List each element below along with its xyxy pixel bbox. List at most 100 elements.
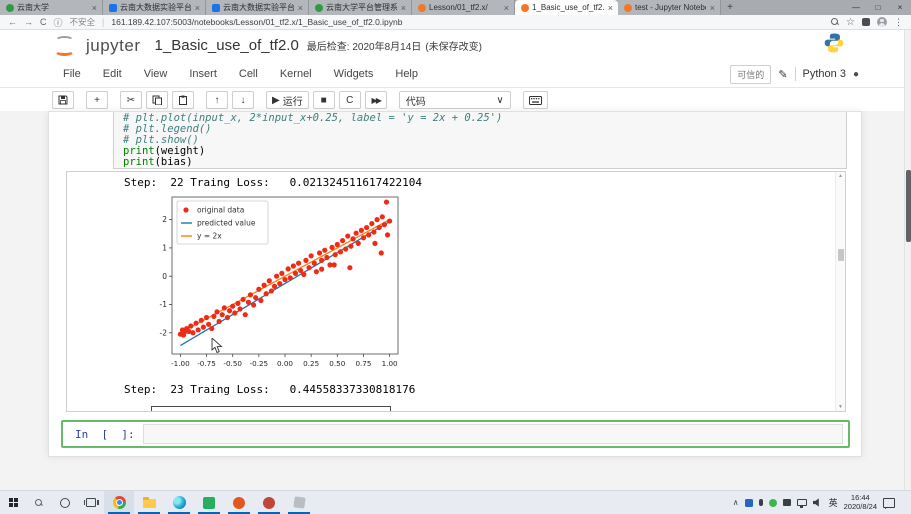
menu-edit[interactable]: Edit (92, 64, 133, 84)
scroll-up-icon[interactable]: ▲ (836, 173, 845, 179)
close-window-button[interactable]: × (889, 0, 911, 15)
command-palette-button[interactable] (523, 91, 548, 109)
bookmark-star-icon[interactable]: ☆ (846, 17, 855, 28)
menu-widgets[interactable]: Widgets (323, 64, 385, 84)
tray-dark-app-icon[interactable] (783, 499, 791, 506)
start-button[interactable] (0, 491, 26, 514)
tray-blue-app-icon[interactable] (745, 499, 753, 507)
menu-insert[interactable]: Insert (178, 64, 228, 84)
maximize-button[interactable]: □ (867, 0, 889, 15)
browser-tab-5[interactable]: Lesson/01_tf2.x/ × (412, 0, 515, 15)
jupyter-logo-icon[interactable] (52, 34, 78, 58)
output-scrollbar[interactable]: ▲ ▼ (835, 172, 845, 411)
site-info-icon[interactable]: ⓘ (54, 16, 63, 29)
empty-code-cell-selected[interactable]: In [ ]: (61, 420, 850, 448)
url-text[interactable]: 161.189.42.107:5003/notebooks/Lesson/01_… (111, 17, 824, 27)
tab-title: 云南大学平台管理系统 (326, 2, 397, 13)
tab-close-icon[interactable]: × (607, 3, 614, 13)
tab-close-icon[interactable]: × (400, 3, 407, 13)
search-button[interactable] (26, 491, 52, 514)
tab-close-icon[interactable]: × (709, 3, 716, 13)
gray-app-icon (293, 496, 305, 508)
tab-close-icon[interactable]: × (297, 3, 304, 13)
taskbar-app-green[interactable] (194, 491, 224, 514)
tab-close-icon[interactable]: × (194, 3, 201, 13)
extension-icon[interactable] (862, 18, 870, 26)
kernel-status-icon: ● (853, 69, 859, 80)
browser-tab-4[interactable]: 云南大学平台管理系统 × (309, 0, 412, 15)
cut-cell-button[interactable]: ✂ (120, 91, 142, 109)
microphone-icon[interactable] (759, 499, 763, 506)
taskbar-file-explorer[interactable] (134, 491, 164, 514)
menu-help[interactable]: Help (384, 64, 429, 84)
empty-code-editor[interactable] (143, 424, 843, 444)
notebook-title[interactable]: 1_Basic_use_of_tf2.0 (155, 37, 299, 54)
restart-kernel-button[interactable]: C (339, 91, 361, 109)
zoom-icon[interactable] (831, 18, 839, 26)
taskbar-clock[interactable]: 16:44 2020/8/24 (844, 494, 877, 511)
move-cell-up-button[interactable]: ↑ (206, 91, 228, 109)
display-icon[interactable] (797, 499, 807, 506)
restart-run-all-button[interactable]: ▶▶ (365, 91, 387, 109)
second-figure-clipped: original data (143, 404, 408, 412)
edit-pencil-icon: ✎ (778, 68, 787, 81)
menu-kernel[interactable]: Kernel (269, 64, 323, 84)
browser-menu-icon[interactable]: ⋮ (894, 17, 903, 28)
move-cell-down-button[interactable]: ↓ (232, 91, 254, 109)
minimize-button[interactable]: — (845, 0, 867, 15)
taskbar-app-red[interactable] (254, 491, 284, 514)
browser-tab-7[interactable]: test - Jupyter Notebook × (618, 0, 721, 15)
taskbar-chrome[interactable] (104, 491, 134, 514)
run-cell-button[interactable]: ▶ 运行 (266, 91, 309, 109)
cell-type-dropdown[interactable]: 代码 ∨ (399, 91, 511, 109)
trusted-button[interactable]: 可信的 (730, 65, 771, 84)
jupyter-wordmark[interactable]: jupyter (86, 36, 141, 56)
unsaved-status: (未保存改变) (425, 38, 482, 53)
menu-view[interactable]: View (133, 64, 179, 84)
taskbar-app-orange[interactable] (224, 491, 254, 514)
interrupt-kernel-button[interactable]: ■ (313, 91, 335, 109)
new-tab-button[interactable]: + (721, 0, 739, 15)
code-cell-input[interactable]: # plt.plot(input_x, 2*input_x+0.25, labe… (113, 112, 847, 169)
tray-expand-icon[interactable]: ∧ (733, 498, 739, 507)
output-scroll-area[interactable]: Step: 22 Traing Loss: 0.0213245116174221… (66, 171, 846, 412)
input-language-indicator[interactable]: 英 (829, 496, 838, 509)
security-label[interactable]: 不安全 (70, 16, 96, 28)
menu-bar: File Edit View Insert Cell Kernel Widget… (52, 64, 429, 84)
tray-green-app-icon[interactable] (769, 499, 777, 507)
menu-cell[interactable]: Cell (228, 64, 269, 84)
browser-tab-2[interactable]: 云南大数据实验平台 × (103, 0, 206, 15)
save-button[interactable] (52, 91, 74, 109)
copy-cell-button[interactable] (146, 91, 168, 109)
task-view-button[interactable] (78, 491, 104, 514)
code-editor[interactable]: # plt.plot(input_x, 2*input_x+0.25, labe… (123, 113, 846, 168)
svg-text:2: 2 (162, 215, 167, 224)
browser-tab-6-active[interactable]: 1_Basic_use_of_tf2.0 - Jupyter × (515, 0, 618, 15)
browser-tab-1[interactable]: 云南大学 × (0, 0, 103, 15)
action-center-icon[interactable] (883, 498, 895, 508)
cortana-button[interactable] (52, 491, 78, 514)
volume-icon[interactable] (813, 498, 823, 507)
tab-title: 云南大数据实验平台 (223, 2, 294, 13)
add-cell-button[interactable]: + (86, 91, 108, 109)
taskbar-app-gray[interactable] (284, 491, 314, 514)
forward-icon[interactable]: → (24, 17, 33, 27)
page-scrollbar-thumb[interactable] (906, 170, 911, 242)
clock-date: 2020/8/24 (844, 503, 877, 512)
back-icon[interactable]: ← (8, 17, 17, 27)
taskbar-edge[interactable] (164, 491, 194, 514)
page-scrollbar[interactable] (904, 30, 911, 490)
browser-tab-3[interactable]: 云南大数据实验平台 × (206, 0, 309, 15)
scroll-down-icon[interactable]: ▼ (836, 404, 845, 410)
tab-close-icon[interactable]: × (503, 3, 510, 13)
tab-close-icon[interactable]: × (91, 3, 98, 13)
browser-tab-strip: 云南大学 × 云南大数据实验平台 × 云南大数据实验平台 × 云南大学平台管理系… (0, 0, 911, 15)
profile-avatar-icon[interactable] (877, 17, 887, 27)
reload-icon[interactable]: C (40, 17, 47, 27)
scrollbar-thumb[interactable] (838, 249, 844, 261)
menu-file[interactable]: File (52, 64, 92, 84)
checkpoint-status: 最后检查: 2020年8月14日 (307, 38, 422, 53)
svg-text:-1: -1 (160, 300, 168, 309)
svg-text:0.25: 0.25 (303, 359, 319, 368)
paste-cell-button[interactable] (172, 91, 194, 109)
